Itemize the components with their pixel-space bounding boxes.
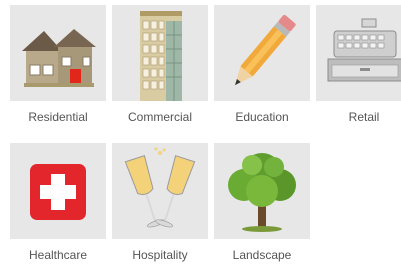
category-tile-healthcare[interactable]: Healthcare — [10, 143, 106, 262]
tile-label-landscape: Landscape — [232, 248, 292, 262]
tree-icon — [228, 153, 296, 232]
champagne-glasses-icon — [124, 147, 196, 228]
landscape-image — [214, 143, 310, 239]
pencil-icon — [235, 14, 296, 86]
hospitality-image — [112, 143, 208, 239]
office-building-icon — [140, 11, 182, 101]
house-icon — [22, 29, 96, 87]
category-tile-education[interactable]: Education — [214, 5, 310, 124]
category-tile-residential[interactable]: Residential — [10, 5, 106, 124]
category-tile-commercial[interactable]: Commercial — [112, 5, 208, 124]
education-image — [214, 5, 310, 101]
medical-cross-icon — [30, 164, 86, 220]
residential-image — [10, 5, 106, 101]
retail-image — [316, 5, 401, 101]
healthcare-image — [10, 143, 106, 239]
cash-register-icon — [327, 18, 401, 82]
category-tile-hospitality[interactable]: Hospitality — [112, 143, 208, 262]
commercial-image — [112, 5, 208, 101]
tile-label-retail: Retail — [348, 110, 380, 124]
category-tile-landscape[interactable]: Landscape — [214, 143, 310, 262]
category-tile-retail[interactable]: Retail — [316, 5, 401, 124]
